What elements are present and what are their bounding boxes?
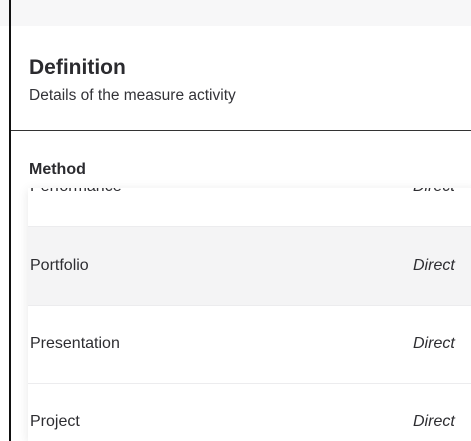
method-option-project[interactable]: Project Direct: [28, 383, 471, 441]
method-dropdown-list[interactable]: Performance Direct Portfolio Direct Pres…: [28, 188, 471, 441]
method-option-type: Direct: [413, 335, 455, 352]
definition-panel: Definition Details of the measure activi…: [0, 0, 471, 441]
method-option-label: Project: [30, 413, 80, 430]
definition-subtitle: Details of the measure activity: [29, 87, 236, 104]
method-option-presentation[interactable]: Presentation Direct: [28, 305, 471, 384]
definition-title: Definition: [29, 56, 126, 79]
method-option-label: Presentation: [30, 335, 120, 352]
definition-header: Definition Details of the measure activi…: [11, 26, 471, 131]
method-label: Method: [29, 161, 86, 178]
method-option-performance[interactable]: Performance Direct: [28, 188, 471, 227]
method-option-type: Direct: [413, 257, 455, 274]
method-option-label: Performance: [30, 188, 122, 196]
top-band: [0, 0, 471, 26]
method-option-type: Direct: [413, 413, 455, 430]
method-option-type: Direct: [413, 188, 455, 196]
method-option-label: Portfolio: [30, 257, 89, 274]
method-option-portfolio[interactable]: Portfolio Direct: [28, 227, 471, 306]
